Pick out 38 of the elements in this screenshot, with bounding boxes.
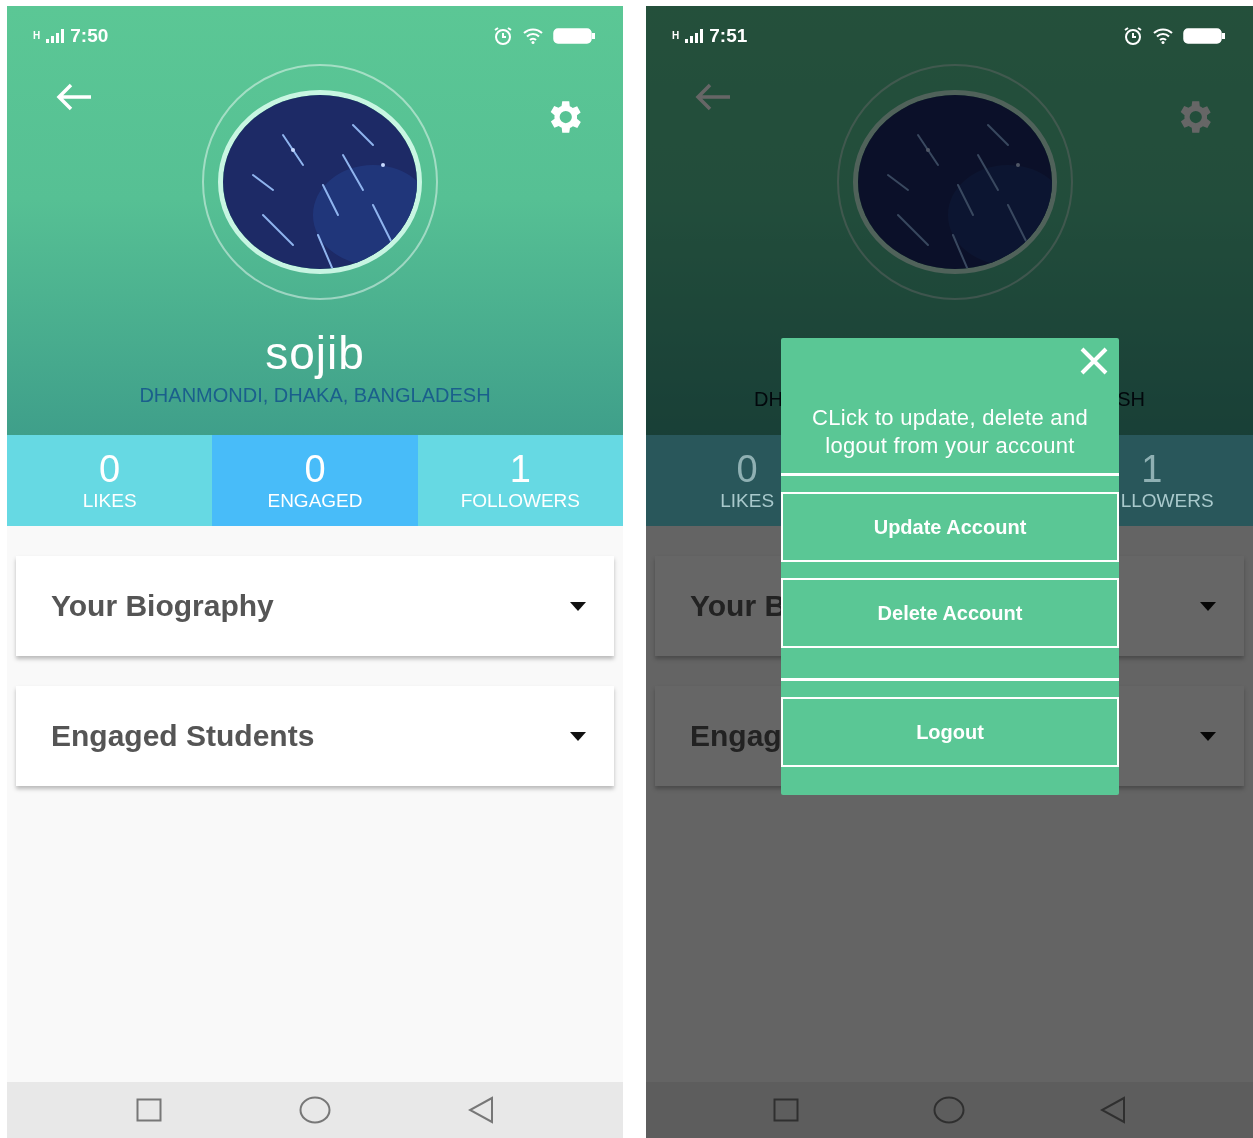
back-icon[interactable] (1099, 1096, 1126, 1124)
user-location: DH (754, 388, 783, 411)
network-type: H (672, 31, 680, 41)
clock-time: 7:50 (70, 25, 109, 47)
stat-tab[interactable]: 1 FOLLOWERS (417, 435, 623, 526)
battery-icon (1183, 28, 1225, 44)
caret-icon (1200, 731, 1216, 741)
user-name: sojib (264, 326, 366, 380)
alarm-icon (493, 26, 513, 46)
dialog-button[interactable]: Delete Account (781, 578, 1119, 648)
back-arrow-icon[interactable] (55, 82, 93, 112)
dialog-button[interactable]: Update Account (781, 492, 1119, 562)
recents-icon[interactable] (135, 1098, 162, 1122)
caret-icon (570, 601, 586, 611)
collapsible-card[interactable]: Your Biography (16, 556, 614, 656)
caret-icon (1200, 601, 1216, 611)
alarm-icon (1123, 26, 1143, 46)
dialog-button[interactable]: Logout (781, 697, 1119, 767)
collapsible-card[interactable]: Engaged Students (16, 686, 614, 786)
stat-tab[interactable]: 0 ENGAGED (212, 435, 418, 526)
home-icon[interactable] (933, 1096, 966, 1124)
home-icon[interactable] (299, 1096, 331, 1124)
network-type: H (33, 31, 41, 41)
close-icon[interactable] (1079, 346, 1109, 376)
stat-tab[interactable]: 0 LIKES (7, 435, 213, 526)
caret-icon (570, 731, 586, 741)
wifi-icon (1153, 28, 1173, 44)
user-location: SH (1117, 388, 1145, 411)
signal-icon (685, 29, 704, 43)
battery-icon (553, 28, 595, 44)
back-icon[interactable] (468, 1096, 495, 1124)
user-location: DHANMONDI, DHAKA, BANGLADESH (138, 384, 492, 407)
back-arrow-icon[interactable] (694, 82, 732, 112)
clock-time: 7:51 (709, 25, 748, 47)
signal-icon (46, 29, 65, 43)
wifi-icon (523, 28, 543, 44)
recents-icon[interactable] (773, 1098, 800, 1122)
dialog-message: CLick to update, delete and logout from your account (811, 404, 1089, 459)
